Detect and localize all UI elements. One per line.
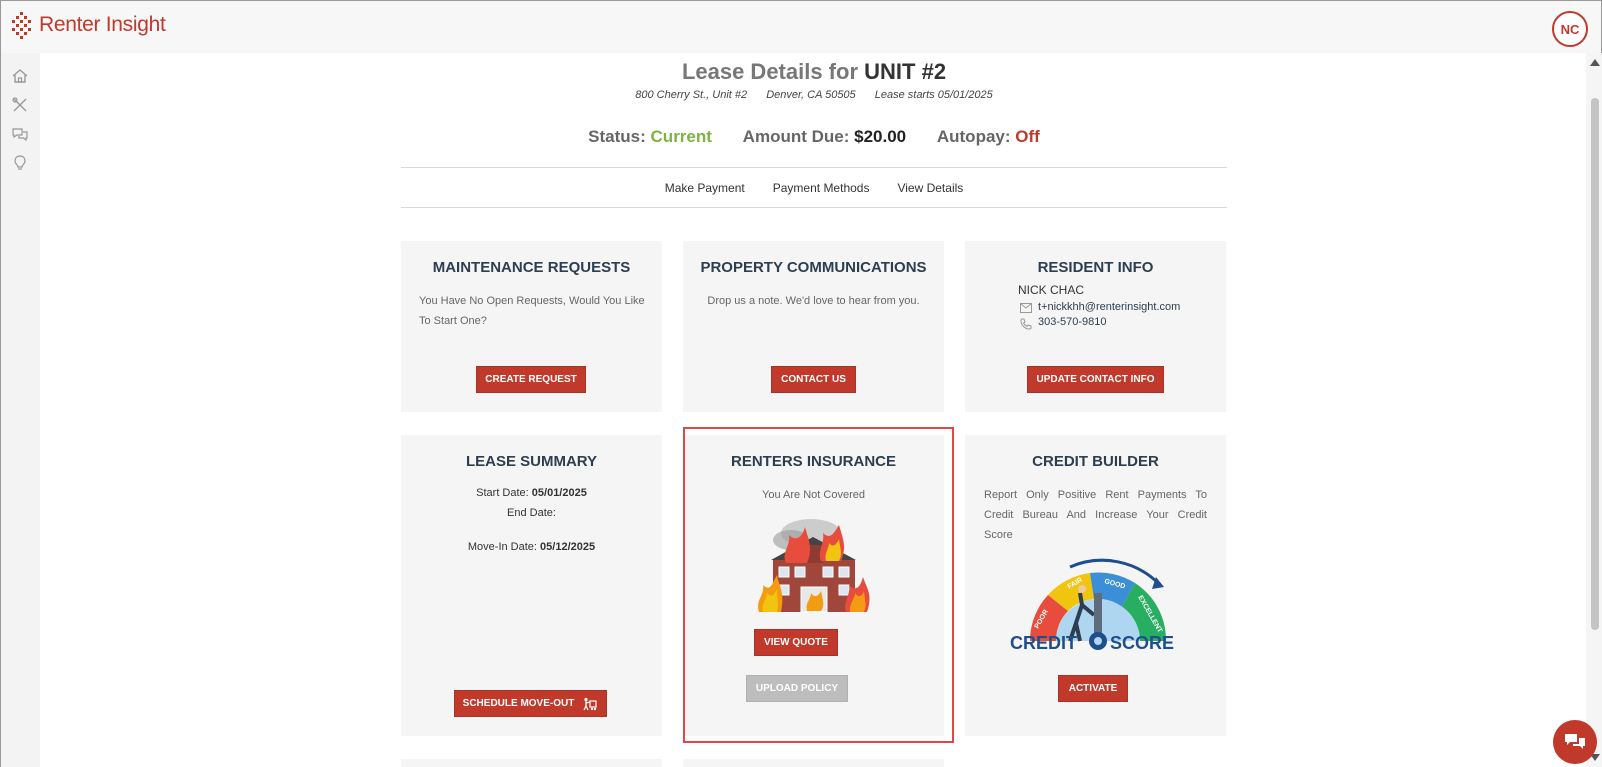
status-group: Status: Current [588,127,712,146]
logo-icon [12,12,31,39]
app-logo[interactable]: Renter Insight [10,11,166,39]
tab-make-payment[interactable]: Make Payment [665,181,745,195]
tab-view-details[interactable]: View Details [897,181,963,195]
movein-date-label: Move-In Date: [467,541,537,553]
movein-date-value: 05/12/2025 [540,541,596,553]
lease-tabs: Make Payment Payment Methods View Detail… [401,167,1227,208]
user-avatar[interactable]: NC [1552,11,1588,47]
city-text: Denver, CA 50505 [766,89,856,101]
credit-builder-card: CREDIT BUILDER Report Only Positive Rent… [965,435,1226,736]
resident-name: NICK CHAC [1018,283,1085,297]
lease-subtitle: 800 Cherry St., Unit #2 Denver, CA 50505… [401,89,1227,101]
end-date-row: End Date: [401,507,662,519]
page-title: Lease Details for UNIT #2 [401,59,1227,85]
start-date-label: Start Date: [476,487,529,499]
chat-icon[interactable] [11,125,29,143]
start-date-row: Start Date: 05/01/2025 [401,487,662,499]
envelope-icon [1020,303,1032,313]
tools-icon[interactable] [11,96,29,114]
title-unit: UNIT #2 [864,59,947,84]
resident-email[interactable]: t+nickkhh@renterinsight.com [1038,301,1180,313]
autopay-group: Autopay: Off [937,127,1040,146]
maintenance-card: MAINTENANCE REQUESTS You Have No Open Re… [401,241,662,412]
communications-title: PROPERTY COMMUNICATIONS [700,259,927,276]
activate-button[interactable]: ACTIVATE [1058,675,1128,702]
home-icon[interactable] [11,67,29,85]
autopay-value: Off [1015,127,1040,146]
communications-card: PROPERTY COMMUNICATIONS Drop us a note. … [683,241,944,412]
status-label: Status: [588,127,646,146]
communications-text: Drop us a note. We'd love to hear from y… [707,295,920,307]
app-name: Renter Insight [39,13,166,36]
address-text: 800 Cherry St., Unit #2 [635,89,748,101]
credit-builder-title: CREDIT BUILDER [1032,453,1159,470]
contact-us-button[interactable]: CONTACT US [771,366,856,393]
schedule-moveout-button[interactable]: SCHEDULE MOVE-OUT [454,690,607,717]
resident-phone[interactable]: 303-570-9810 [1038,316,1107,328]
next-row-card-middle [683,759,944,767]
lease-start-text: Lease starts 05/01/2025 [874,89,993,101]
start-date-value: 05/01/2025 [531,487,587,499]
credit-builder-text: Report Only Positive Rent Payments To Cr… [984,489,1207,541]
next-row-card-left [401,759,662,767]
schedule-moveout-label: SCHEDULE MOVE-OUT [462,698,575,709]
resident-title: RESIDENT INFO [1037,259,1154,276]
tab-payment-methods[interactable]: Payment Methods [773,181,870,195]
maintenance-text: You Have No Open Requests, Would You Lik… [419,295,645,327]
scroll-thumb[interactable] [1591,98,1599,630]
gauge-word-credit: CREDIT [1010,633,1077,653]
sidebar: ? [1,53,40,767]
scrollbar[interactable] [1586,53,1602,767]
credit-score-gauge: POOR FAIR GOOD EXCELLENT CREDIT SCORE [1010,558,1174,653]
movein-date-row: Move-In Date: 05/12/2025 [401,541,662,553]
status-row: Status: Current Amount Due: $20.00 Autop… [401,127,1227,147]
amount-label: Amount Due: [742,127,850,146]
amount-value: $20.00 [854,127,907,146]
top-bar: Renter Insight NC [1,1,1601,53]
scroll-up-icon[interactable] [1590,59,1600,66]
status-value: Current [650,127,712,146]
lightbulb-icon[interactable] [11,154,29,172]
lease-summary-title: LEASE SUMMARY [465,453,598,470]
title-prefix: Lease Details for [681,59,859,84]
resident-card: RESIDENT INFO NICK CHAC t+nickkhh@renter… [965,241,1226,412]
update-contact-button[interactable]: UPDATE CONTACT INFO [1027,366,1164,393]
chat-bubble-icon [1565,734,1585,749]
moving-truck-icon [583,697,597,710]
insurance-highlight [683,427,954,743]
amount-group: Amount Due: $20.00 [743,127,906,146]
end-date-label: End Date: [507,507,556,519]
chat-bubble-button[interactable] [1553,720,1597,764]
lease-summary-card: LEASE SUMMARY Start Date: 05/01/2025 End… [401,435,662,736]
create-request-button[interactable]: CREATE REQUEST [476,366,586,393]
phone-icon [1020,318,1032,330]
maintenance-title: MAINTENANCE REQUESTS [432,259,631,276]
autopay-label: Autopay: [936,127,1011,146]
gauge-word-score: SCORE [1110,633,1174,653]
